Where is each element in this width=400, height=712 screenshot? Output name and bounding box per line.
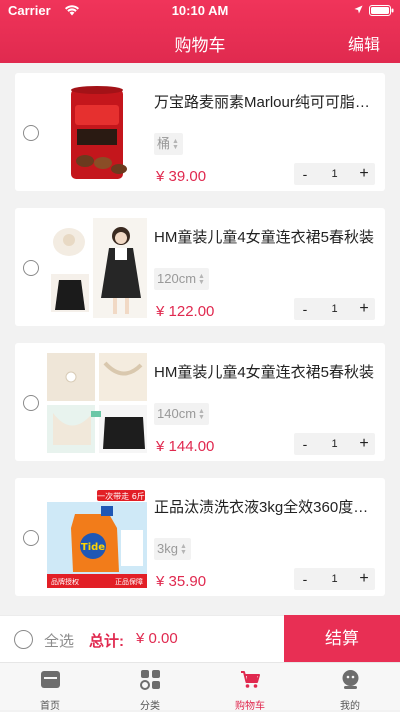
checkout-button[interactable]: 结算	[284, 615, 400, 663]
cart-item: 一次带走 6斤 Tide 品牌授权 正品保障 正品汰渍洗衣液3kg全效360度洁…	[15, 478, 385, 596]
product-price: ¥ 122.00	[156, 303, 215, 320]
product-thumbnail-dress-detail[interactable]	[47, 353, 147, 453]
tide-logo-text: Tide	[81, 542, 105, 553]
cart-item: 万宝路麦丽素Marlour纯可可脂巧克力 桶 ▲ ▼ ¥ 39.00 - 1 +	[15, 73, 385, 191]
tide-detergent-image: 一次带走 6斤 Tide 品牌授权 正品保障	[47, 488, 147, 588]
product-price: ¥ 39.00	[156, 168, 207, 185]
decrease-button[interactable]: -	[294, 298, 316, 320]
tab-cart[interactable]: 购物车	[200, 663, 300, 712]
product-price: ¥ 35.90	[156, 573, 207, 590]
total-label: 总计:	[89, 633, 124, 650]
dress-detail-image	[47, 353, 147, 453]
page-title: 购物车	[174, 36, 226, 55]
product-thumbnail-tide[interactable]: 一次带走 6斤 Tide 品牌授权 正品保障	[47, 488, 147, 588]
quantity-stepper: - 1 +	[294, 568, 375, 590]
cart-list[interactable]: 万宝路麦丽素Marlour纯可可脂巧克力 桶▲▼ ¥ 39.00 - 1 +	[0, 63, 400, 615]
tide-banner-text: 一次带走 6斤	[97, 491, 145, 501]
tab-profile[interactable]: 我的	[300, 663, 400, 712]
cart-icon	[241, 671, 260, 688]
cart-item: HM童装儿童4女童连衣裙5春秋装 120cm ▲ ▼ ¥ 122.00 - 1 +	[15, 208, 385, 326]
spec-dropdown-icon: ▲ ▼	[198, 407, 205, 421]
spec-dropdown-icon: ▲ ▼	[179, 542, 187, 556]
spec-value: 桶	[157, 136, 171, 151]
spec-selector[interactable]: 120cm ▲ ▼	[154, 268, 209, 290]
battery-icon	[369, 5, 394, 16]
product-price: ¥ 144.00	[156, 438, 215, 455]
status-bar: Carrier 10:10 AM	[0, 0, 400, 20]
spec-selector[interactable]: 桶 ▲ ▼	[154, 133, 183, 155]
increase-button[interactable]: +	[353, 298, 375, 320]
navigation-header: Carrier 10:10 AM 购物车 编辑	[0, 0, 400, 63]
spec-dropdown-icon: ▲ ▼	[198, 272, 205, 286]
decrease-button[interactable]: -	[294, 163, 316, 185]
tide-bottom-left-text: 品牌授权	[51, 577, 79, 586]
increase-button[interactable]: +	[353, 433, 375, 455]
quantity-value[interactable]: 1	[316, 433, 353, 455]
product-title[interactable]: HM童装儿童4女童连衣裙5春秋装	[154, 361, 378, 382]
quantity-stepper: - 1 +	[294, 163, 375, 185]
tab-home[interactable]: 首页	[0, 663, 100, 712]
product-thumbnail-dress[interactable]	[47, 218, 147, 318]
decrease-button[interactable]: -	[294, 568, 316, 590]
select-all-label[interactable]: 全选	[44, 630, 74, 651]
tab-bar: 首页 分类 购物车 我的	[0, 662, 400, 712]
spec-selector[interactable]: 140cm ▲ ▼	[154, 403, 209, 425]
profile-icon	[342, 670, 359, 689]
total-amount: ¥ 0.00	[136, 630, 178, 647]
edit-button[interactable]: 编辑	[348, 31, 380, 55]
checkout-bar: 全选 总计: ¥ 0.00 结算	[0, 615, 400, 663]
category-icon	[140, 670, 160, 690]
quantity-value[interactable]: 1	[316, 568, 353, 590]
spec-selector[interactable]: 3kg ▲ ▼	[154, 538, 191, 560]
product-title[interactable]: HM童装儿童4女童连衣裙5春秋装	[154, 226, 378, 247]
quantity-stepper: - 1 +	[294, 298, 375, 320]
item-select-radio[interactable]	[23, 395, 39, 411]
location-arrow-icon	[354, 5, 363, 14]
spec-value: 3kg	[157, 541, 178, 556]
chocolate-tin-image	[47, 83, 147, 183]
spec-value: 140cm	[157, 406, 197, 421]
tide-bottom-right-text: 正品保障	[115, 577, 143, 586]
item-select-radio[interactable]	[23, 125, 39, 141]
home-icon	[41, 671, 60, 688]
quantity-value[interactable]: 1	[316, 298, 353, 320]
quantity-value[interactable]: 1	[316, 163, 353, 185]
spec-value: 120cm	[157, 271, 197, 286]
spec-dropdown-icon: ▲ ▼	[172, 137, 179, 151]
decrease-button[interactable]: -	[294, 433, 316, 455]
increase-button[interactable]: +	[353, 568, 375, 590]
product-title[interactable]: 正品汰渍洗衣液3kg全效360度洁净	[154, 496, 378, 517]
quantity-stepper: - 1 +	[294, 433, 375, 455]
product-title[interactable]: 万宝路麦丽素Marlour纯可可脂巧克力	[154, 91, 378, 112]
girls-dress-image	[47, 218, 147, 318]
cart-item: HM童装儿童4女童连衣裙5春秋装 140cm ▲ ▼ ¥ 144.00 - 1 +	[15, 343, 385, 461]
select-all-radio[interactable]	[14, 630, 33, 649]
item-select-radio[interactable]	[23, 530, 39, 546]
product-thumbnail-realsilk[interactable]	[47, 83, 147, 183]
tab-category[interactable]: 分类	[100, 663, 200, 712]
clock: 10:10 AM	[171, 3, 229, 18]
item-select-radio[interactable]	[23, 260, 39, 276]
increase-button[interactable]: +	[353, 163, 375, 185]
